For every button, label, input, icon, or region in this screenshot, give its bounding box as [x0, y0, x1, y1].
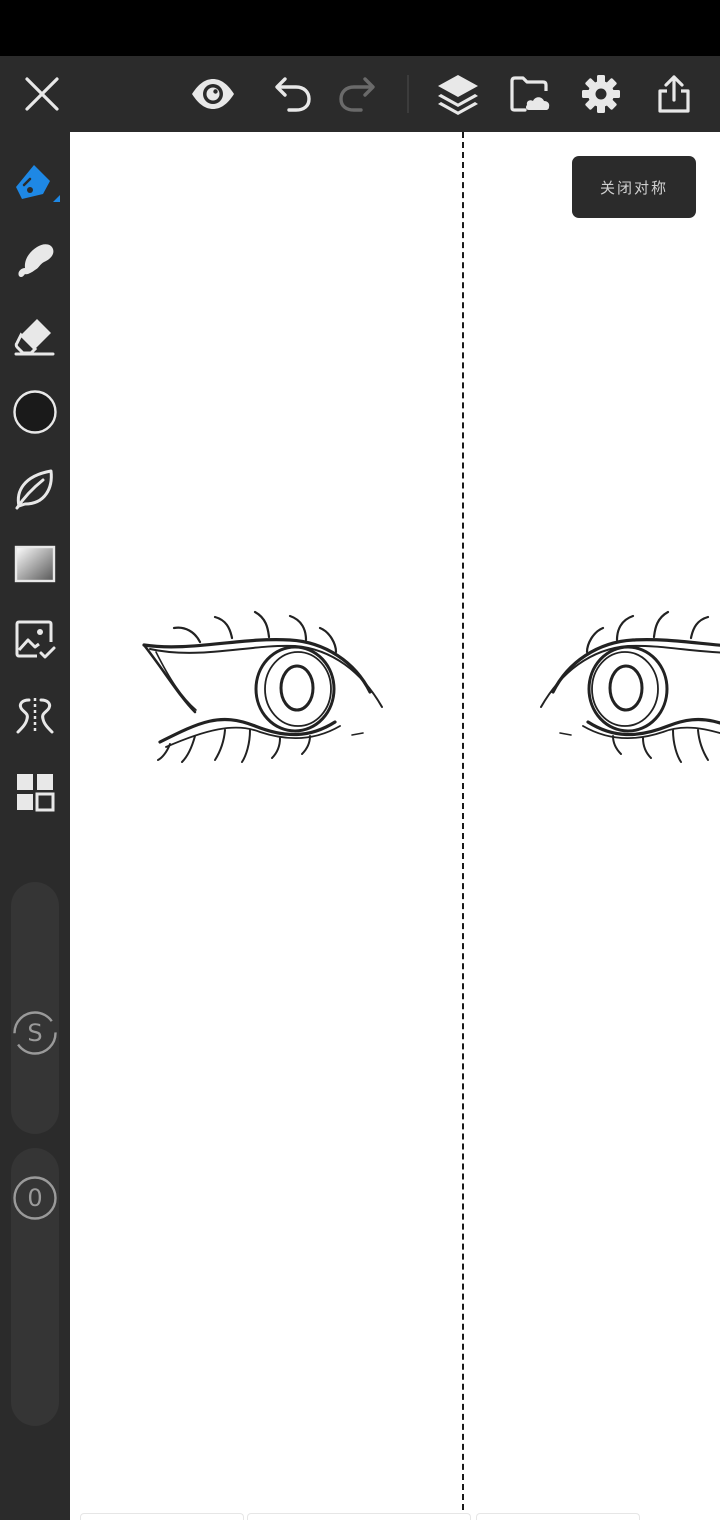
layers-button[interactable]	[434, 56, 482, 132]
eraser-icon	[14, 319, 55, 356]
export-button[interactable]	[652, 56, 696, 132]
brush-size-slider[interactable]	[11, 882, 59, 1134]
symmetry-tool-button[interactable]	[8, 689, 62, 743]
drawing-canvas[interactable]: 关闭对称	[70, 132, 720, 1520]
brush-size-label: S	[27, 1019, 43, 1047]
image-tool-button[interactable]	[8, 613, 62, 667]
toolbar-divider	[407, 75, 409, 113]
share-icon	[658, 75, 690, 113]
leaf-icon	[15, 469, 53, 510]
close-button[interactable]	[18, 56, 66, 132]
color-swatch-icon	[13, 390, 57, 434]
symmetry-guide-line[interactable]	[461, 132, 464, 1520]
redo-button[interactable]	[334, 56, 380, 132]
top-toolbar	[0, 56, 720, 132]
image-icon	[15, 620, 56, 659]
symmetry-off-toast: 关闭对称	[572, 156, 696, 218]
folder-cloud-icon	[510, 76, 550, 112]
status-bar	[0, 0, 720, 56]
pen-tool-button[interactable]	[8, 155, 62, 209]
opacity-label: 0	[27, 1184, 43, 1212]
gradient-icon	[14, 545, 56, 583]
close-icon	[25, 77, 59, 111]
brush-size-knob[interactable]: S	[12, 1010, 58, 1056]
smudge-tool-button[interactable]	[8, 233, 62, 287]
settings-button[interactable]	[578, 56, 624, 132]
tool-sidebar: S 0	[0, 132, 70, 1520]
right-eye-drawing	[540, 610, 720, 763]
import-button[interactable]	[507, 56, 553, 132]
opacity-knob[interactable]: 0	[12, 1175, 58, 1221]
smudge-icon	[18, 244, 54, 278]
eraser-tool-button[interactable]	[8, 309, 62, 363]
color-picker-button[interactable]	[8, 385, 62, 439]
redo-icon	[339, 77, 375, 112]
toast-text: 关闭对称	[599, 178, 668, 197]
undo-button[interactable]	[270, 56, 316, 132]
grid-icon	[17, 774, 55, 812]
eye-icon	[192, 79, 234, 109]
visibility-button[interactable]	[188, 56, 238, 132]
left-eye-drawing	[142, 610, 383, 763]
layers-icon	[438, 75, 478, 115]
undo-icon	[275, 77, 311, 112]
symmetry-icon	[16, 698, 54, 734]
pen-icon	[16, 165, 60, 202]
bottom-tab[interactable]	[476, 1513, 640, 1520]
eye-sketch	[142, 610, 720, 763]
fill-tool-button[interactable]	[8, 461, 62, 515]
bottom-tab[interactable]	[247, 1513, 471, 1520]
bottom-tab[interactable]	[80, 1513, 244, 1520]
gear-icon	[582, 75, 620, 113]
gradient-tool-button[interactable]	[8, 537, 62, 591]
more-tools-button[interactable]	[8, 765, 62, 819]
